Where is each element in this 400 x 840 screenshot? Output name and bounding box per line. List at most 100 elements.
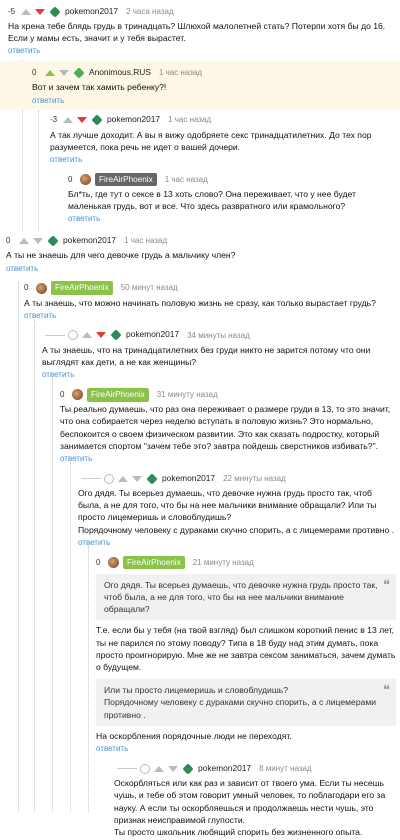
comment: 0 FireAirPhoenix 50 минут назад А ты зна… bbox=[0, 277, 400, 324]
vote-up-icon[interactable] bbox=[45, 69, 55, 76]
reply-link[interactable]: ответить bbox=[78, 537, 396, 549]
comment: 0 Anonimous.RUS 1 час назад Вот и зачем … bbox=[0, 61, 400, 109]
reply-link[interactable]: ответить bbox=[42, 369, 396, 381]
comment: pokemon2017 34 минуты назад А ты знаешь,… bbox=[0, 324, 400, 383]
comment: 0 FireAirPhoenix 1 час назад Бл*ть, где … bbox=[0, 168, 400, 227]
vote-down-icon[interactable] bbox=[96, 332, 106, 339]
author-name[interactable]: Anonimous.RUS bbox=[89, 67, 151, 79]
clock-icon bbox=[104, 473, 114, 484]
avatar[interactable] bbox=[73, 67, 85, 79]
reply-link[interactable]: ответить bbox=[96, 743, 396, 755]
author-badge[interactable]: FireAirPhoenix bbox=[51, 281, 113, 295]
author-name[interactable]: pokemon2017 bbox=[65, 6, 118, 18]
author-badge[interactable]: FireAirPhoenix bbox=[95, 172, 157, 187]
comment-text: На хрена тебе блядь грудь в тринадцать? … bbox=[8, 21, 386, 44]
comment: 0 FireAirPhoenix 31 минуту назад Ты реал… bbox=[0, 383, 400, 467]
comment-meta: 0 pokemon2017 1 час назад bbox=[6, 232, 396, 249]
timestamp: 2 часа назад bbox=[126, 6, 174, 16]
reply-link[interactable]: ответить bbox=[24, 310, 396, 322]
comment-meta: 0 FireAirPhoenix 1 час назад bbox=[68, 171, 396, 188]
comment-text: А так лучше доходит. А вы я вижу одобряе… bbox=[50, 129, 372, 152]
author-name[interactable]: pokemon2017 bbox=[126, 329, 179, 341]
quote-block: ❝ Или ты просто лицемеришь и словоблудиш… bbox=[96, 679, 396, 726]
avatar[interactable] bbox=[108, 556, 119, 568]
rating: -5 bbox=[8, 6, 16, 16]
comment-text: Ты реально думаешь, что раз она пережива… bbox=[60, 404, 391, 451]
reply-link[interactable]: ответить bbox=[6, 263, 396, 275]
avatar[interactable] bbox=[80, 174, 91, 186]
author-badge[interactable]: FireAirPhoenix bbox=[87, 387, 149, 402]
timestamp: 34 минуты назад bbox=[187, 330, 250, 340]
quote-text: Или ты просто лицемеришь и словоблудишь? bbox=[104, 685, 288, 696]
rating: 0 bbox=[68, 174, 73, 184]
timestamp: 50 минут назад bbox=[120, 283, 178, 293]
reply-link[interactable]: ответить bbox=[60, 453, 396, 465]
timestamp: 1 час назад bbox=[158, 68, 202, 78]
avatar[interactable] bbox=[91, 114, 103, 126]
comment: -3 pokemon2017 1 час назад А так лучше д… bbox=[0, 109, 400, 168]
comment-text: Оскорбляться или как раз и зависит от тв… bbox=[114, 778, 386, 825]
avatar[interactable] bbox=[182, 762, 194, 775]
quote-icon: ❝ bbox=[383, 682, 390, 698]
author-name[interactable]: pokemon2017 bbox=[198, 763, 251, 775]
vote-up-icon[interactable] bbox=[19, 237, 29, 244]
avatar[interactable] bbox=[72, 389, 83, 401]
timestamp: 1 час назад bbox=[164, 174, 208, 184]
comment-text: Бл*ть, где тут о сексе в 13 хоть слово? … bbox=[68, 189, 356, 212]
avatar[interactable] bbox=[146, 472, 158, 485]
vote-up-icon[interactable] bbox=[82, 332, 92, 339]
author-name[interactable]: pokemon2017 bbox=[63, 235, 116, 247]
vote-down-icon[interactable] bbox=[77, 117, 87, 124]
avatar[interactable] bbox=[49, 5, 61, 18]
comment-text: Ты просто школьник любящий спорить без ж… bbox=[114, 826, 363, 837]
reply-link[interactable]: ответить bbox=[50, 154, 396, 166]
comment-meta: pokemon2017 34 минуты назад bbox=[42, 327, 396, 344]
rating: 0 bbox=[24, 283, 29, 293]
clock-icon bbox=[68, 330, 78, 341]
author-badge[interactable]: FireAirPhoenix bbox=[123, 555, 185, 570]
comment-meta: pokemon2017 8 минут назад bbox=[114, 760, 396, 777]
vote-down-icon[interactable] bbox=[33, 237, 43, 244]
comment-meta: 0 FireAirPhoenix 31 минуту назад bbox=[60, 386, 396, 403]
timestamp: 22 минуты назад bbox=[223, 473, 286, 483]
comment-text: А ты знаешь, что можно начинать половую … bbox=[24, 297, 376, 308]
vote-up-icon[interactable] bbox=[21, 8, 31, 15]
vote-up-icon[interactable] bbox=[118, 475, 128, 482]
vote-up-icon[interactable] bbox=[63, 117, 73, 124]
vote-up-icon[interactable] bbox=[154, 765, 164, 772]
avatar[interactable] bbox=[47, 235, 59, 247]
comment-text: А ты знаешь, что на тринадцатилетних без… bbox=[42, 344, 371, 368]
rating: 0 bbox=[32, 68, 37, 78]
avatar[interactable] bbox=[36, 282, 47, 294]
comment-meta: pokemon2017 22 минуты назад bbox=[78, 470, 396, 487]
avatar[interactable] bbox=[110, 329, 122, 341]
comment: 0 FireAirPhoenix 21 минуту назад ❝ Ого д… bbox=[0, 551, 400, 757]
author-name[interactable]: pokemon2017 bbox=[162, 473, 215, 485]
comment-text: Т.е. если бы у тебя (на твой взгляд) был… bbox=[96, 625, 396, 673]
timestamp: 8 минут назад bbox=[259, 763, 312, 773]
vote-down-icon[interactable] bbox=[132, 475, 142, 482]
comment: pokemon2017 22 минуты назад Ого дядя. Ты… bbox=[0, 467, 400, 551]
quote-icon: ❝ bbox=[383, 576, 390, 592]
timestamp: 31 минуту назад bbox=[156, 390, 218, 400]
comment-meta: 0 Anonimous.RUS 1 час назад bbox=[32, 64, 396, 81]
reply-link[interactable]: ответить bbox=[8, 45, 396, 57]
comment-text: На оскорбления порядочные люди не перехо… bbox=[96, 730, 292, 741]
vote-down-icon[interactable] bbox=[59, 69, 69, 76]
timestamp: 21 минуту назад bbox=[192, 557, 254, 567]
collapsed-line bbox=[81, 478, 101, 480]
reply-link[interactable]: ответить bbox=[68, 213, 396, 225]
reply-link[interactable]: ответить bbox=[32, 95, 396, 107]
quote-block: ❝ Ого дядя. Ты всерьез думаешь, что дево… bbox=[96, 573, 396, 621]
clock-icon bbox=[140, 763, 150, 774]
comment-text: А ты не знаешь для чего девочке грудь а … bbox=[6, 250, 236, 261]
comment-meta: -3 pokemon2017 1 час назад bbox=[50, 112, 396, 129]
comment: pokemon2017 8 минут назад Оскорбляться и… bbox=[0, 757, 400, 840]
rating: 0 bbox=[6, 236, 11, 246]
vote-down-icon[interactable] bbox=[168, 765, 178, 772]
vote-down-icon[interactable] bbox=[35, 8, 45, 15]
comment-meta: 0 FireAirPhoenix 50 минут назад bbox=[24, 280, 396, 297]
author-name[interactable]: pokemon2017 bbox=[107, 114, 160, 126]
rating: 0 bbox=[60, 390, 65, 400]
timestamp: 1 час назад bbox=[168, 115, 212, 125]
